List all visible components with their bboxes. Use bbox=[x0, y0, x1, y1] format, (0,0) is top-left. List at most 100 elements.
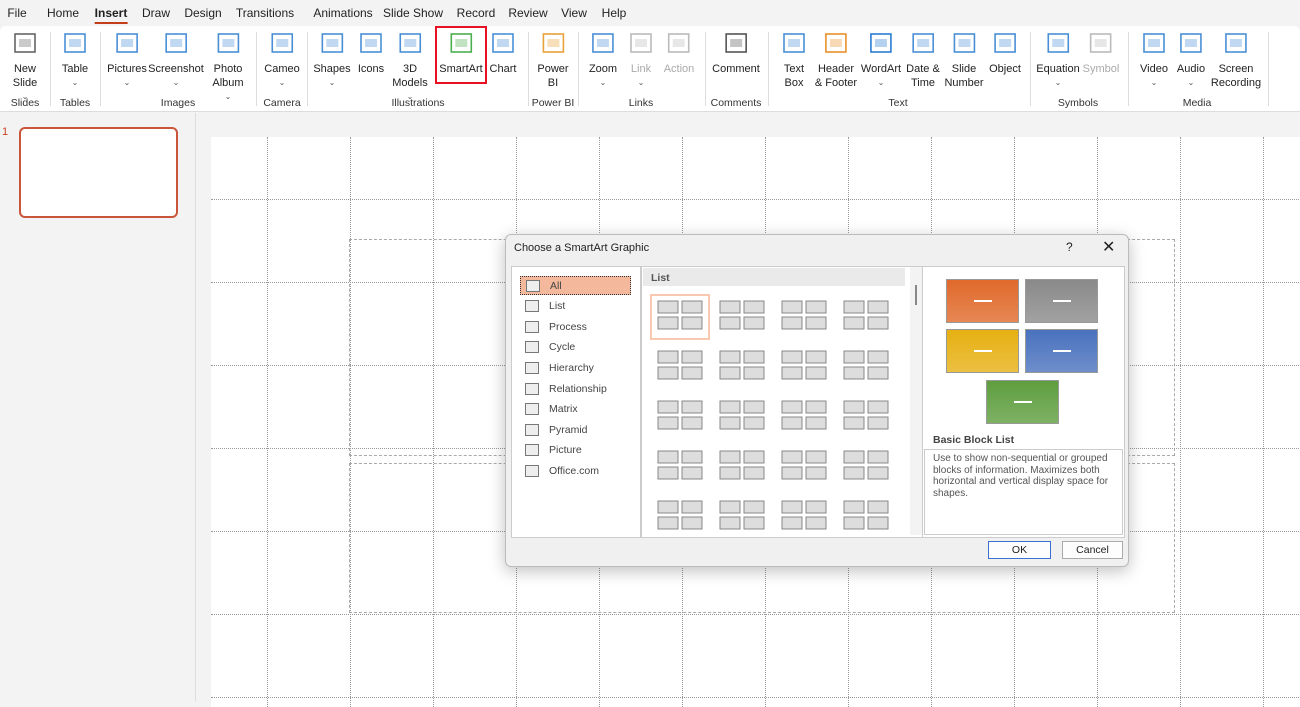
header-footer-button[interactable]: Header & Footer bbox=[815, 30, 857, 90]
layout-thumbnail[interactable] bbox=[836, 444, 896, 490]
category-pyramid[interactable]: Pyramid bbox=[520, 420, 631, 439]
layout-thumbnail[interactable] bbox=[650, 444, 710, 490]
action-button[interactable]: Action bbox=[663, 30, 695, 76]
layout-thumbnail[interactable] bbox=[774, 394, 834, 440]
power-bi-button[interactable]: Power BI bbox=[537, 30, 569, 90]
button-label: Photo bbox=[213, 63, 243, 75]
category-list[interactable]: List bbox=[520, 297, 631, 316]
help-button[interactable]: ? bbox=[1066, 240, 1073, 254]
category-all[interactable]: All bbox=[520, 276, 631, 295]
category-label: Cycle bbox=[549, 341, 576, 354]
slide-number-button[interactable]: Slide Number bbox=[944, 30, 984, 90]
tab-transitions[interactable]: Transitions bbox=[236, 6, 294, 20]
layout-thumbnail[interactable] bbox=[836, 294, 896, 340]
tab-design[interactable]: Design bbox=[184, 6, 221, 20]
category-relationship[interactable]: Relationship bbox=[520, 379, 631, 398]
shapes-icon bbox=[318, 30, 346, 58]
chevron-down-icon: ⌄ bbox=[637, 78, 645, 87]
tab-insert[interactable]: Insert bbox=[94, 6, 127, 24]
button-label: Zoom bbox=[588, 63, 618, 75]
table-button[interactable]: Table ⌄ bbox=[61, 30, 89, 90]
tab-home[interactable]: Home bbox=[47, 6, 79, 20]
layout-thumbnail[interactable] bbox=[836, 494, 896, 540]
zoom-button[interactable]: Zoom ⌄ bbox=[589, 30, 617, 90]
button-label: Text bbox=[783, 63, 805, 75]
menu-bar: File Home Insert Draw Design Transitions Anima… bbox=[0, 0, 1300, 26]
layout-thumbnail[interactable] bbox=[712, 494, 772, 540]
object-button[interactable]: Object bbox=[989, 30, 1021, 76]
chevron-down-icon: ⌄ bbox=[172, 78, 180, 87]
layout-thumbnail[interactable] bbox=[836, 344, 896, 390]
category-picture[interactable]: Picture bbox=[520, 441, 631, 460]
video-button[interactable]: Video ⌄ bbox=[1140, 30, 1168, 90]
layout-thumbnail[interactable] bbox=[650, 344, 710, 390]
slide-thumbnail[interactable] bbox=[19, 127, 178, 218]
tab-slide-show[interactable]: Slide Show bbox=[383, 6, 443, 20]
category-process[interactable]: Process bbox=[520, 317, 631, 336]
close-button[interactable]: ✕ bbox=[1102, 237, 1115, 257]
tab-record[interactable]: Record bbox=[457, 6, 496, 20]
chevron-down-icon: ⌄ bbox=[71, 78, 79, 87]
ribbon-divider bbox=[100, 32, 101, 106]
3d-models-button[interactable]: 3D Models ⌄ bbox=[392, 30, 428, 104]
layout-thumbnail[interactable] bbox=[774, 344, 834, 390]
screen-recording-button[interactable]: Screen Recording bbox=[1211, 30, 1261, 90]
pictures-button[interactable]: Pictures ⌄ bbox=[107, 30, 147, 90]
button-label: Action bbox=[663, 63, 695, 75]
new-slide-button[interactable]: New Slide ⌄ bbox=[11, 30, 39, 104]
icons-icon bbox=[357, 30, 385, 58]
layout-thumbnail[interactable] bbox=[712, 294, 772, 340]
tab-review[interactable]: Review bbox=[508, 6, 547, 20]
symbol-button[interactable]: Symbol bbox=[1083, 30, 1119, 76]
button-label: Table bbox=[61, 63, 89, 75]
layout-thumbnail[interactable] bbox=[650, 394, 710, 440]
category-hierarchy[interactable]: Hierarchy bbox=[520, 358, 631, 377]
photo-album-button[interactable]: Photo Album ⌄ bbox=[212, 30, 244, 104]
equation-button[interactable]: Equation ⌄ bbox=[1036, 30, 1080, 90]
grid-line bbox=[1180, 137, 1181, 707]
ok-button[interactable]: OK bbox=[988, 541, 1051, 559]
preview-block bbox=[946, 329, 1019, 373]
smartart-highlight bbox=[435, 26, 487, 84]
category-cycle[interactable]: Cycle bbox=[520, 338, 631, 357]
category-matrix[interactable]: Matrix bbox=[520, 400, 631, 419]
button-label: BI bbox=[547, 77, 559, 89]
audio-button[interactable]: Audio ⌄ bbox=[1177, 30, 1205, 90]
header-footer-icon bbox=[822, 30, 850, 58]
layout-thumbnail[interactable] bbox=[650, 494, 710, 540]
grid-line bbox=[211, 614, 1300, 615]
wordart-button[interactable]: WordArt ⌄ bbox=[861, 30, 901, 90]
link-button[interactable]: Link ⌄ bbox=[627, 30, 655, 90]
comment-icon bbox=[722, 30, 750, 58]
office-com-icon bbox=[525, 464, 539, 477]
layout-thumbnail[interactable] bbox=[774, 294, 834, 340]
text-box-button[interactable]: Text Box bbox=[780, 30, 808, 90]
tab-help[interactable]: Help bbox=[602, 6, 627, 20]
tab-animations[interactable]: Animations bbox=[313, 6, 372, 20]
comment-button[interactable]: Comment bbox=[712, 30, 760, 76]
icons-button[interactable]: Icons bbox=[357, 30, 385, 76]
tab-draw[interactable]: Draw bbox=[142, 6, 170, 20]
button-label: Models bbox=[392, 77, 428, 89]
layout-thumbnail[interactable] bbox=[712, 444, 772, 490]
tab-view[interactable]: View bbox=[561, 6, 587, 20]
layout-thumbnail[interactable] bbox=[774, 494, 834, 540]
screenshot-button[interactable]: Screenshot ⌄ bbox=[148, 30, 204, 90]
pyramid-icon bbox=[525, 423, 539, 436]
all-icon bbox=[526, 279, 540, 292]
layout-thumbnail[interactable] bbox=[712, 344, 772, 390]
grid-line bbox=[350, 137, 351, 707]
shapes-button[interactable]: Shapes ⌄ bbox=[313, 30, 351, 90]
cameo-button[interactable]: Cameo ⌄ bbox=[264, 30, 300, 90]
button-label: Link bbox=[630, 63, 652, 75]
category-office-com[interactable]: Office.com bbox=[520, 461, 631, 480]
layout-thumbnail[interactable] bbox=[836, 394, 896, 440]
chart-button[interactable]: Chart bbox=[489, 30, 517, 76]
cancel-button[interactable]: Cancel bbox=[1062, 541, 1123, 559]
ribbon-divider bbox=[578, 32, 579, 106]
layout-thumbnail[interactable] bbox=[774, 444, 834, 490]
date-time-button[interactable]: Date & Time bbox=[906, 30, 940, 90]
layout-thumbnail[interactable] bbox=[650, 294, 710, 340]
tab-file[interactable]: File bbox=[7, 6, 26, 20]
layout-thumbnail[interactable] bbox=[712, 394, 772, 440]
